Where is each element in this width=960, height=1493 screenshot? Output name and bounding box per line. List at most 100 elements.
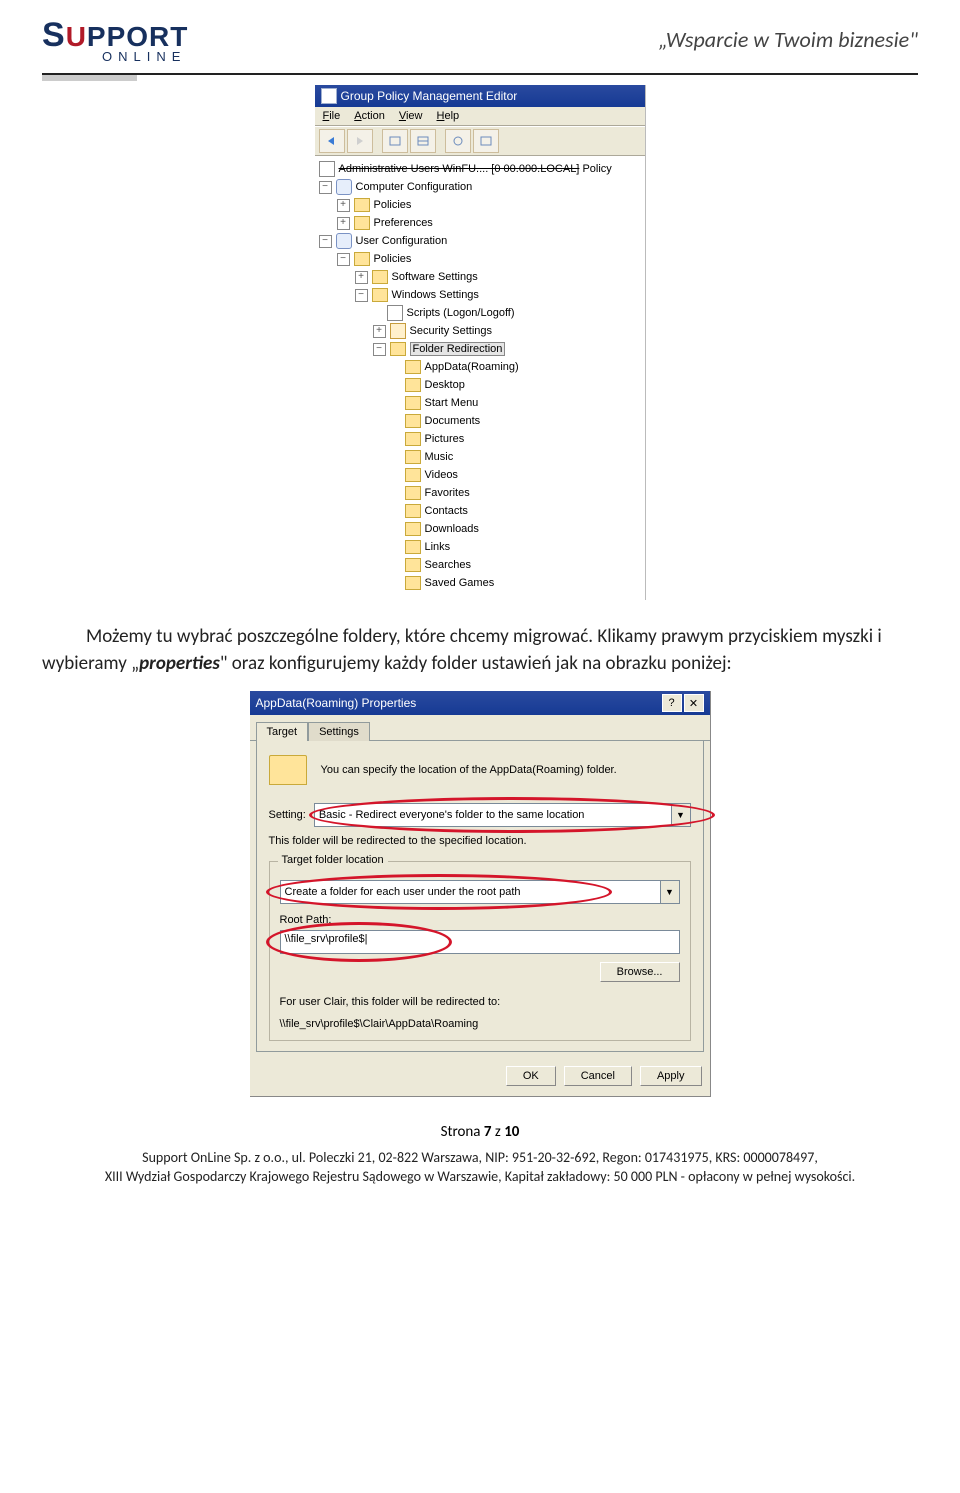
fwd-button[interactable] <box>347 129 373 153</box>
chevron-down-icon[interactable]: ▼ <box>672 803 691 827</box>
gp-toolbar <box>315 126 645 156</box>
node-desktop[interactable]: Desktop <box>425 379 465 391</box>
for-user-text: For user Clair, this folder will be redi… <box>280 996 680 1008</box>
toolbar-btn-4[interactable] <box>473 129 499 153</box>
node-documents[interactable]: Documents <box>425 415 481 427</box>
folder-icon <box>405 504 421 518</box>
chevron-down-icon[interactable]: ▼ <box>661 880 680 904</box>
folder-icon <box>405 576 421 590</box>
folder-icon <box>405 360 421 374</box>
setting-combo[interactable]: ▼ <box>314 803 691 827</box>
node-preferences[interactable]: Preferences <box>374 217 433 229</box>
node-windows-settings[interactable]: Windows Settings <box>392 289 479 301</box>
root-path-input[interactable]: \\file_srv\profile$| <box>280 930 680 954</box>
policy-icon <box>319 161 335 177</box>
result-path: \\file_srv\profile$\Clair\AppData\Roamin… <box>280 1018 680 1030</box>
folder-icon <box>372 288 388 302</box>
page-header: SUPPORT ONLINE „Wsparcie w Twoim biznesi… <box>42 18 918 63</box>
menu-help[interactable]: Help <box>437 110 460 122</box>
app-icon <box>321 88 337 104</box>
menu-file[interactable]: File <box>323 110 341 122</box>
node-favorites[interactable]: Favorites <box>425 487 470 499</box>
folder-icon <box>405 450 421 464</box>
ok-button[interactable]: OK <box>506 1066 556 1086</box>
gp-titlebar: Group Policy Management Editor <box>315 85 645 107</box>
menu-action[interactable]: Action <box>354 110 385 122</box>
target-folder-group: Target folder location ▼ Root Path: \\fi… <box>269 861 691 1041</box>
back-button[interactable] <box>319 129 345 153</box>
properties-titlebar: AppData(Roaming) Properties ? ✕ <box>250 691 710 715</box>
body-text-italic: properties <box>139 652 220 675</box>
tagline: „Wsparcie w Twoim biznesie" <box>658 26 918 53</box>
folder-icon <box>405 558 421 572</box>
expander-icon[interactable]: − <box>373 343 386 356</box>
node-links[interactable]: Links <box>425 541 451 553</box>
expander-icon[interactable]: − <box>319 181 332 194</box>
tab-bar: Target Settings <box>250 715 710 741</box>
node-searches[interactable]: Searches <box>425 559 471 571</box>
expander-icon[interactable]: + <box>337 217 350 230</box>
body-paragraph: Możemy tu wybrać poszczególne foldery, k… <box>42 624 918 677</box>
folder-icon <box>405 522 421 536</box>
node-security[interactable]: Security Settings <box>410 325 493 337</box>
menu-view[interactable]: View <box>399 110 423 122</box>
node-policies[interactable]: Policies <box>374 199 412 211</box>
folder-icon <box>354 252 370 266</box>
properties-window: AppData(Roaming) Properties ? ✕ Target S… <box>250 691 711 1097</box>
node-appdata[interactable]: AppData(Roaming) <box>425 361 519 373</box>
setting-value[interactable] <box>314 803 672 827</box>
node-user-config[interactable]: User Configuration <box>356 235 448 247</box>
toolbar-btn-2[interactable] <box>410 129 436 153</box>
help-button[interactable]: ? <box>662 694 682 712</box>
folder-open-icon <box>390 342 406 356</box>
gp-menubar[interactable]: File Action View Help <box>315 107 645 126</box>
node-folder-redirection[interactable]: Folder Redirection <box>410 342 506 356</box>
gp-title-text: Group Policy Management Editor <box>341 89 518 103</box>
node-pictures[interactable]: Pictures <box>425 433 465 445</box>
scripts-icon <box>387 305 403 321</box>
expander-icon[interactable]: + <box>373 325 386 338</box>
root-policy-suffix: Policy <box>582 163 611 175</box>
properties-title-text: AppData(Roaming) Properties <box>256 696 417 710</box>
expander-icon[interactable]: − <box>319 235 332 248</box>
footer-legal-1: Support OnLine Sp. z o.o., ul. Poleczki … <box>42 1149 918 1168</box>
cancel-button[interactable]: Cancel <box>564 1066 632 1086</box>
target-value[interactable] <box>280 880 661 904</box>
apply-button[interactable]: Apply <box>640 1066 702 1086</box>
folder-icon <box>354 216 370 230</box>
node-computer-config[interactable]: Computer Configuration <box>356 181 473 193</box>
folder-icon <box>405 486 421 500</box>
close-button[interactable]: ✕ <box>684 694 704 712</box>
tab-settings[interactable]: Settings <box>308 722 370 741</box>
folder-icon <box>405 432 421 446</box>
expander-icon[interactable]: − <box>337 253 350 266</box>
folder-icon <box>405 540 421 554</box>
target-combo[interactable]: ▼ <box>280 880 680 904</box>
gp-tree[interactable]: Administrative Users WinFU.... [0 00.000… <box>315 156 645 600</box>
node-contacts[interactable]: Contacts <box>425 505 468 517</box>
toolbar-btn-1[interactable] <box>382 129 408 153</box>
footer: Strona 7 z 10 Support OnLine Sp. z o.o.,… <box>42 1123 918 1187</box>
node-music[interactable]: Music <box>425 451 454 463</box>
browse-button[interactable]: Browse... <box>600 962 680 982</box>
expander-icon[interactable]: − <box>355 289 368 302</box>
node-videos[interactable]: Videos <box>425 469 458 481</box>
toolbar-btn-3[interactable] <box>445 129 471 153</box>
node-software-settings[interactable]: Software Settings <box>392 271 478 283</box>
node-user-policies[interactable]: Policies <box>374 253 412 265</box>
setting-label: Setting: <box>269 809 306 821</box>
header-accent <box>42 75 137 81</box>
group-title: Target folder location <box>278 854 388 866</box>
node-downloads[interactable]: Downloads <box>425 523 479 535</box>
tab-target[interactable]: Target <box>256 722 309 741</box>
folder-icon <box>405 396 421 410</box>
node-startmenu[interactable]: Start Menu <box>425 397 479 409</box>
dialog-buttons: OK Cancel Apply <box>250 1060 710 1096</box>
node-savedgames[interactable]: Saved Games <box>425 577 495 589</box>
shield-icon <box>390 323 406 339</box>
node-scripts[interactable]: Scripts (Logon/Logoff) <box>407 307 515 319</box>
footer-legal-2: XIII Wydział Gospodarczy Krajowego Rejes… <box>42 1168 918 1187</box>
redirect-note: This folder will be redirected to the sp… <box>269 835 691 847</box>
expander-icon[interactable]: + <box>355 271 368 284</box>
expander-icon[interactable]: + <box>337 199 350 212</box>
